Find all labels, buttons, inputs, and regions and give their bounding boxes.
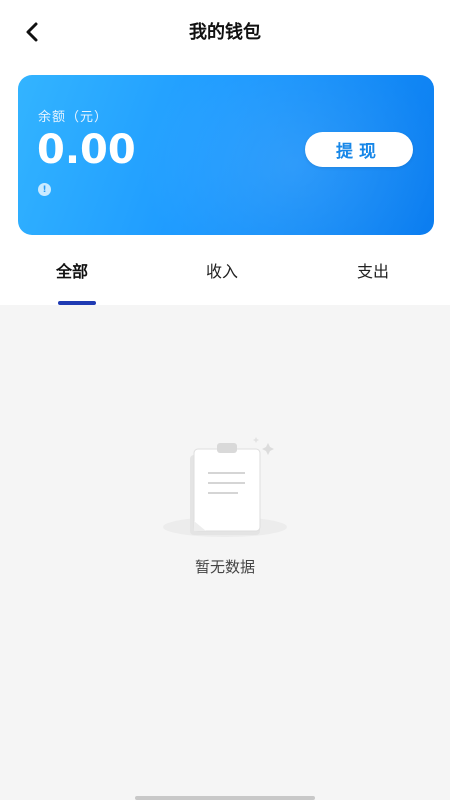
empty-state-text: 暂无数据 (194, 558, 255, 576)
tab-expense[interactable]: 支出 (357, 258, 389, 282)
tab-income[interactable]: 收入 (206, 258, 238, 282)
clipboard-icon (163, 437, 287, 537)
wallet-page: 我的钱包 余额（元） 0.00 ! 提现 全部 收入 支出 暂无数据 (0, 0, 450, 800)
info-icon[interactable]: ! (38, 183, 51, 196)
balance-amount: 0.00 (37, 127, 136, 173)
page-title: 我的钱包 (189, 22, 261, 43)
balance-card: 余额（元） 0.00 ! 提现 (18, 75, 434, 235)
withdraw-button[interactable]: 提现 (305, 132, 413, 167)
tab-all[interactable]: 全部 (56, 258, 88, 282)
transaction-tabs: 全部 收入 支出 (0, 245, 450, 305)
balance-label: 余额（元） (38, 110, 109, 125)
transaction-list: 暂无数据 (0, 305, 450, 800)
home-indicator[interactable] (135, 796, 315, 800)
header: 我的钱包 (0, 0, 450, 64)
